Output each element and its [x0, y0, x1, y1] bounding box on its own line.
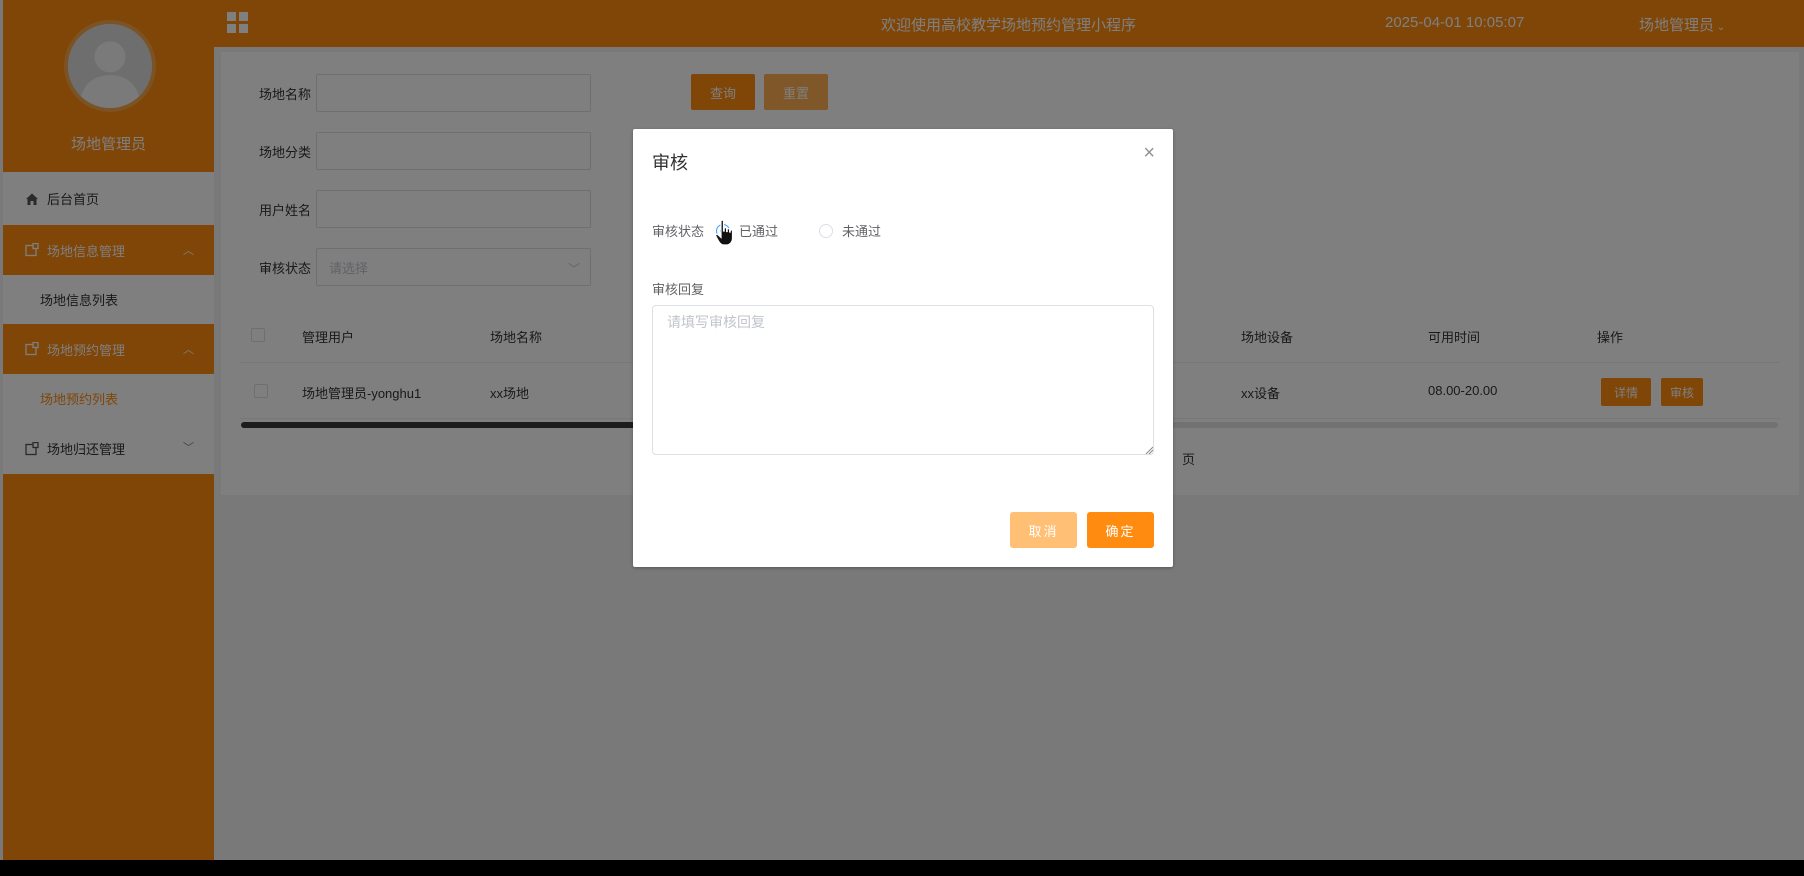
review-dialog: 审核 × 审核状态 已通过 未通过 审核回复 取消 确定: [633, 129, 1173, 567]
cancel-button[interactable]: 取消: [1010, 512, 1077, 548]
app-root: 场地管理员 后台首页 场地信息管理 ︿ 场地信息列表 场地预约管理 ︿ 场地预约…: [0, 0, 1804, 860]
review-reply-textarea[interactable]: [652, 305, 1154, 455]
radio-label: 已通过: [739, 224, 779, 239]
hand-cursor-icon: [715, 219, 734, 246]
review-reply-label: 审核回复: [652, 282, 705, 297]
radio-label: 未通过: [842, 224, 882, 239]
radio-unchecked-icon: [819, 223, 833, 238]
dialog-title: 审核: [652, 153, 688, 173]
resize-grip-icon[interactable]: [1145, 446, 1153, 454]
review-status-label: 审核状态: [652, 224, 705, 239]
confirm-button[interactable]: 确定: [1087, 512, 1154, 548]
screen-bottom-bar: [0, 860, 1804, 876]
radio-failed[interactable]: 未通过: [819, 221, 881, 240]
close-icon[interactable]: ×: [1143, 143, 1155, 163]
